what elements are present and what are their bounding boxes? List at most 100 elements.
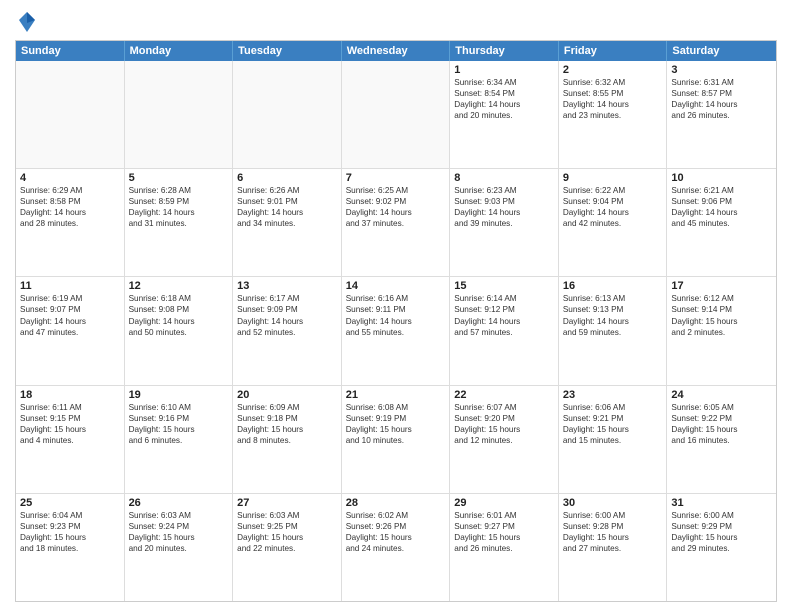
- day-cell-16: 16Sunrise: 6:13 AM Sunset: 9:13 PM Dayli…: [559, 277, 668, 384]
- day-cell-6: 6Sunrise: 6:26 AM Sunset: 9:01 PM Daylig…: [233, 169, 342, 276]
- day-cell-29: 29Sunrise: 6:01 AM Sunset: 9:27 PM Dayli…: [450, 494, 559, 601]
- day-cell-21: 21Sunrise: 6:08 AM Sunset: 9:19 PM Dayli…: [342, 386, 451, 493]
- day-number: 5: [129, 172, 229, 184]
- calendar-body: 1Sunrise: 6:34 AM Sunset: 8:54 PM Daylig…: [16, 61, 776, 601]
- logo: [15, 10, 37, 32]
- day-cell-19: 19Sunrise: 6:10 AM Sunset: 9:16 PM Dayli…: [125, 386, 234, 493]
- day-cell-4: 4Sunrise: 6:29 AM Sunset: 8:58 PM Daylig…: [16, 169, 125, 276]
- day-number: 9: [563, 172, 663, 184]
- day-cell-17: 17Sunrise: 6:12 AM Sunset: 9:14 PM Dayli…: [667, 277, 776, 384]
- day-header-wednesday: Wednesday: [342, 41, 451, 61]
- day-number: 3: [671, 64, 772, 76]
- week-row-3: 11Sunrise: 6:19 AM Sunset: 9:07 PM Dayli…: [16, 277, 776, 385]
- calendar-header: SundayMondayTuesdayWednesdayThursdayFrid…: [16, 41, 776, 61]
- day-cell-7: 7Sunrise: 6:25 AM Sunset: 9:02 PM Daylig…: [342, 169, 451, 276]
- day-details: Sunrise: 6:06 AM Sunset: 9:21 PM Dayligh…: [563, 402, 663, 446]
- day-cell-2: 2Sunrise: 6:32 AM Sunset: 8:55 PM Daylig…: [559, 61, 668, 168]
- day-details: Sunrise: 6:14 AM Sunset: 9:12 PM Dayligh…: [454, 293, 554, 337]
- week-row-1: 1Sunrise: 6:34 AM Sunset: 8:54 PM Daylig…: [16, 61, 776, 169]
- day-number: 22: [454, 389, 554, 401]
- day-cell-3: 3Sunrise: 6:31 AM Sunset: 8:57 PM Daylig…: [667, 61, 776, 168]
- day-details: Sunrise: 6:28 AM Sunset: 8:59 PM Dayligh…: [129, 185, 229, 229]
- day-details: Sunrise: 6:21 AM Sunset: 9:06 PM Dayligh…: [671, 185, 772, 229]
- day-number: 20: [237, 389, 337, 401]
- day-cell-9: 9Sunrise: 6:22 AM Sunset: 9:04 PM Daylig…: [559, 169, 668, 276]
- day-details: Sunrise: 6:03 AM Sunset: 9:25 PM Dayligh…: [237, 510, 337, 554]
- day-details: Sunrise: 6:13 AM Sunset: 9:13 PM Dayligh…: [563, 293, 663, 337]
- day-number: 23: [563, 389, 663, 401]
- day-cell-14: 14Sunrise: 6:16 AM Sunset: 9:11 PM Dayli…: [342, 277, 451, 384]
- day-details: Sunrise: 6:11 AM Sunset: 9:15 PM Dayligh…: [20, 402, 120, 446]
- day-cell-8: 8Sunrise: 6:23 AM Sunset: 9:03 PM Daylig…: [450, 169, 559, 276]
- day-number: 1: [454, 64, 554, 76]
- day-number: 12: [129, 280, 229, 292]
- day-details: Sunrise: 6:23 AM Sunset: 9:03 PM Dayligh…: [454, 185, 554, 229]
- day-details: Sunrise: 6:26 AM Sunset: 9:01 PM Dayligh…: [237, 185, 337, 229]
- day-number: 31: [671, 497, 772, 509]
- day-number: 24: [671, 389, 772, 401]
- day-number: 15: [454, 280, 554, 292]
- calendar: SundayMondayTuesdayWednesdayThursdayFrid…: [15, 40, 777, 602]
- day-details: Sunrise: 6:18 AM Sunset: 9:08 PM Dayligh…: [129, 293, 229, 337]
- empty-cell: [233, 61, 342, 168]
- day-details: Sunrise: 6:32 AM Sunset: 8:55 PM Dayligh…: [563, 77, 663, 121]
- day-cell-22: 22Sunrise: 6:07 AM Sunset: 9:20 PM Dayli…: [450, 386, 559, 493]
- day-number: 27: [237, 497, 337, 509]
- day-cell-15: 15Sunrise: 6:14 AM Sunset: 9:12 PM Dayli…: [450, 277, 559, 384]
- day-cell-30: 30Sunrise: 6:00 AM Sunset: 9:28 PM Dayli…: [559, 494, 668, 601]
- day-details: Sunrise: 6:03 AM Sunset: 9:24 PM Dayligh…: [129, 510, 229, 554]
- day-details: Sunrise: 6:09 AM Sunset: 9:18 PM Dayligh…: [237, 402, 337, 446]
- day-number: 2: [563, 64, 663, 76]
- logo-icon: [17, 10, 37, 34]
- day-cell-20: 20Sunrise: 6:09 AM Sunset: 9:18 PM Dayli…: [233, 386, 342, 493]
- day-number: 30: [563, 497, 663, 509]
- day-details: Sunrise: 6:29 AM Sunset: 8:58 PM Dayligh…: [20, 185, 120, 229]
- day-details: Sunrise: 6:34 AM Sunset: 8:54 PM Dayligh…: [454, 77, 554, 121]
- day-details: Sunrise: 6:22 AM Sunset: 9:04 PM Dayligh…: [563, 185, 663, 229]
- day-number: 6: [237, 172, 337, 184]
- day-number: 21: [346, 389, 446, 401]
- day-cell-10: 10Sunrise: 6:21 AM Sunset: 9:06 PM Dayli…: [667, 169, 776, 276]
- day-number: 28: [346, 497, 446, 509]
- day-number: 11: [20, 280, 120, 292]
- day-cell-13: 13Sunrise: 6:17 AM Sunset: 9:09 PM Dayli…: [233, 277, 342, 384]
- day-number: 19: [129, 389, 229, 401]
- day-number: 13: [237, 280, 337, 292]
- day-header-sunday: Sunday: [16, 41, 125, 61]
- day-cell-28: 28Sunrise: 6:02 AM Sunset: 9:26 PM Dayli…: [342, 494, 451, 601]
- day-details: Sunrise: 6:31 AM Sunset: 8:57 PM Dayligh…: [671, 77, 772, 121]
- day-cell-24: 24Sunrise: 6:05 AM Sunset: 9:22 PM Dayli…: [667, 386, 776, 493]
- day-cell-12: 12Sunrise: 6:18 AM Sunset: 9:08 PM Dayli…: [125, 277, 234, 384]
- day-number: 25: [20, 497, 120, 509]
- day-number: 7: [346, 172, 446, 184]
- week-row-2: 4Sunrise: 6:29 AM Sunset: 8:58 PM Daylig…: [16, 169, 776, 277]
- empty-cell: [16, 61, 125, 168]
- week-row-4: 18Sunrise: 6:11 AM Sunset: 9:15 PM Dayli…: [16, 386, 776, 494]
- day-cell-18: 18Sunrise: 6:11 AM Sunset: 9:15 PM Dayli…: [16, 386, 125, 493]
- day-details: Sunrise: 6:10 AM Sunset: 9:16 PM Dayligh…: [129, 402, 229, 446]
- day-header-tuesday: Tuesday: [233, 41, 342, 61]
- day-number: 17: [671, 280, 772, 292]
- day-details: Sunrise: 6:25 AM Sunset: 9:02 PM Dayligh…: [346, 185, 446, 229]
- day-header-friday: Friday: [559, 41, 668, 61]
- day-details: Sunrise: 6:12 AM Sunset: 9:14 PM Dayligh…: [671, 293, 772, 337]
- day-details: Sunrise: 6:00 AM Sunset: 9:29 PM Dayligh…: [671, 510, 772, 554]
- day-details: Sunrise: 6:05 AM Sunset: 9:22 PM Dayligh…: [671, 402, 772, 446]
- day-details: Sunrise: 6:07 AM Sunset: 9:20 PM Dayligh…: [454, 402, 554, 446]
- day-details: Sunrise: 6:02 AM Sunset: 9:26 PM Dayligh…: [346, 510, 446, 554]
- day-number: 16: [563, 280, 663, 292]
- day-details: Sunrise: 6:08 AM Sunset: 9:19 PM Dayligh…: [346, 402, 446, 446]
- day-cell-26: 26Sunrise: 6:03 AM Sunset: 9:24 PM Dayli…: [125, 494, 234, 601]
- day-details: Sunrise: 6:04 AM Sunset: 9:23 PM Dayligh…: [20, 510, 120, 554]
- day-cell-5: 5Sunrise: 6:28 AM Sunset: 8:59 PM Daylig…: [125, 169, 234, 276]
- header: [15, 10, 777, 32]
- week-row-5: 25Sunrise: 6:04 AM Sunset: 9:23 PM Dayli…: [16, 494, 776, 601]
- day-header-monday: Monday: [125, 41, 234, 61]
- day-details: Sunrise: 6:16 AM Sunset: 9:11 PM Dayligh…: [346, 293, 446, 337]
- day-number: 10: [671, 172, 772, 184]
- day-details: Sunrise: 6:00 AM Sunset: 9:28 PM Dayligh…: [563, 510, 663, 554]
- day-number: 8: [454, 172, 554, 184]
- empty-cell: [342, 61, 451, 168]
- day-number: 26: [129, 497, 229, 509]
- day-cell-31: 31Sunrise: 6:00 AM Sunset: 9:29 PM Dayli…: [667, 494, 776, 601]
